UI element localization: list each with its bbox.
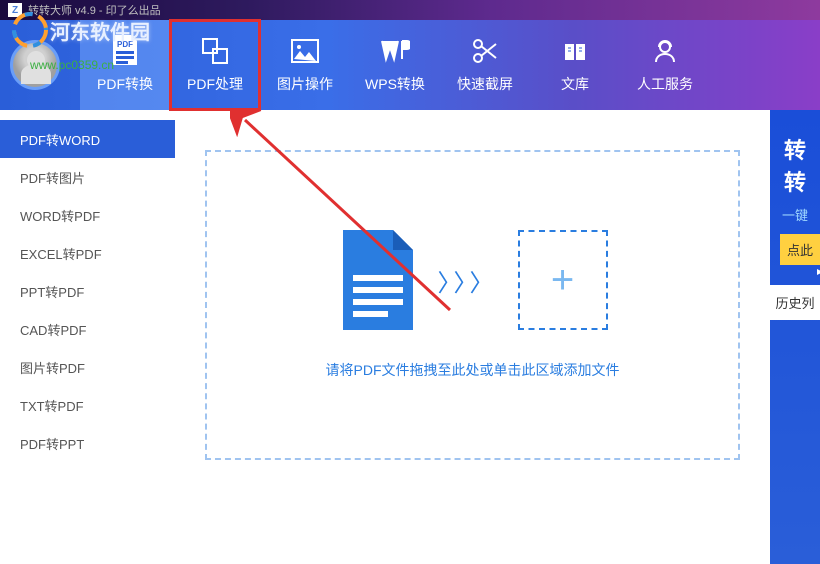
image-ops-icon (290, 36, 320, 66)
nav-pdf-convert[interactable]: PDF PDF转换 (80, 20, 170, 110)
nav-label: WPS转换 (365, 74, 425, 94)
header-nav: PDF PDF转换 PDF处理 图片操作 WPS转换 快速截屏 文库 (0, 20, 820, 110)
sidebar-item-pdf-to-word[interactable]: PDF转WORD (0, 120, 175, 158)
nav-image-ops[interactable]: 图片操作 (260, 20, 350, 110)
pdf-process-icon (200, 36, 230, 66)
right-panel-button[interactable]: 点此 (780, 234, 820, 265)
sidebar-item-word-to-pdf[interactable]: WORD转PDF (0, 196, 175, 234)
sidebar: PDF转WORD PDF转图片 WORD转PDF EXCEL转PDF PPT转P… (0, 110, 175, 564)
nav-label: 图片操作 (277, 74, 333, 94)
drop-zone-text: 请将PDF文件拖拽至此处或单击此区域添加文件 (326, 360, 620, 380)
wps-icon (380, 36, 410, 66)
support-icon (650, 36, 680, 66)
nav-support[interactable]: 人工服务 (620, 20, 710, 110)
sidebar-item-image-to-pdf[interactable]: 图片转PDF (0, 348, 175, 386)
library-icon (560, 36, 590, 66)
nav-screenshot[interactable]: 快速截屏 (440, 20, 530, 110)
sidebar-item-pdf-to-image[interactable]: PDF转图片 (0, 158, 175, 196)
plus-icon: + (518, 230, 608, 330)
title-bar: Z 转转大师 v4.9 - 印了么出品 (0, 0, 820, 20)
main-content: 〉〉〉 + 请将PDF文件拖拽至此处或单击此区域添加文件 (175, 110, 770, 564)
app-logo-icon: Z (8, 3, 22, 17)
drop-visual: 〉〉〉 + (338, 230, 608, 330)
nav-label: 人工服务 (637, 74, 693, 94)
nav-pdf-process[interactable]: PDF处理 (170, 20, 260, 110)
sidebar-item-cad-to-pdf[interactable]: CAD转PDF (0, 310, 175, 348)
nav-label: PDF处理 (187, 74, 243, 94)
right-panel: 转转 一键 点此 历史列 (770, 110, 820, 564)
sidebar-item-ppt-to-pdf[interactable]: PPT转PDF (0, 272, 175, 310)
nav-wps-convert[interactable]: WPS转换 (350, 20, 440, 110)
rotate-partial-icon (805, 267, 820, 297)
sidebar-item-excel-to-pdf[interactable]: EXCEL转PDF (0, 234, 175, 272)
right-panel-title: 转转 (770, 125, 820, 205)
sidebar-item-pdf-to-ppt[interactable]: PDF转PPT (0, 424, 175, 462)
arrow-icons: 〉〉〉 (438, 263, 498, 298)
document-icon (338, 230, 418, 330)
scissors-icon (470, 36, 500, 66)
pdf-convert-icon: PDF (110, 36, 140, 66)
right-panel-subtitle: 一键 (770, 205, 820, 234)
nav-label: 快速截屏 (457, 74, 513, 94)
nav-label: 文库 (561, 74, 589, 94)
user-avatar[interactable] (10, 40, 60, 90)
sidebar-item-txt-to-pdf[interactable]: TXT转PDF (0, 386, 175, 424)
nav-library[interactable]: 文库 (530, 20, 620, 110)
window-title: 转转大师 v4.9 - 印了么出品 (28, 2, 161, 18)
nav-label: PDF转换 (97, 74, 153, 94)
svg-text:PDF: PDF (117, 40, 133, 49)
file-drop-zone[interactable]: 〉〉〉 + 请将PDF文件拖拽至此处或单击此区域添加文件 (205, 150, 740, 460)
